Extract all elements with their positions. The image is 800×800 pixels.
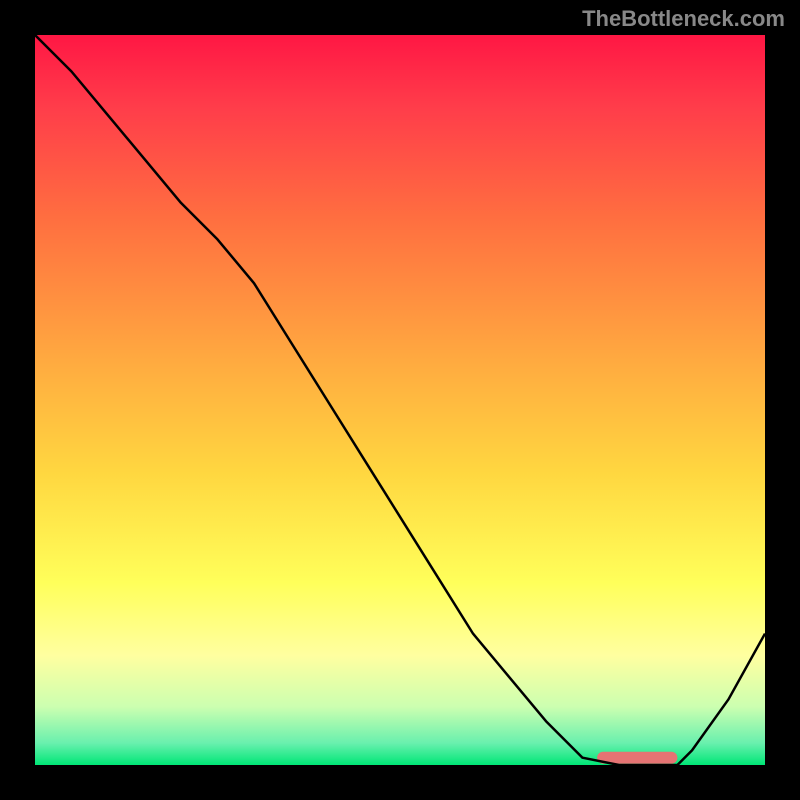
chart-background [35,35,765,765]
chart-container: TheBottleneck.com [0,0,800,800]
chart-plot-area [35,35,765,765]
chart-svg [35,35,765,765]
watermark-text: TheBottleneck.com [582,6,785,32]
